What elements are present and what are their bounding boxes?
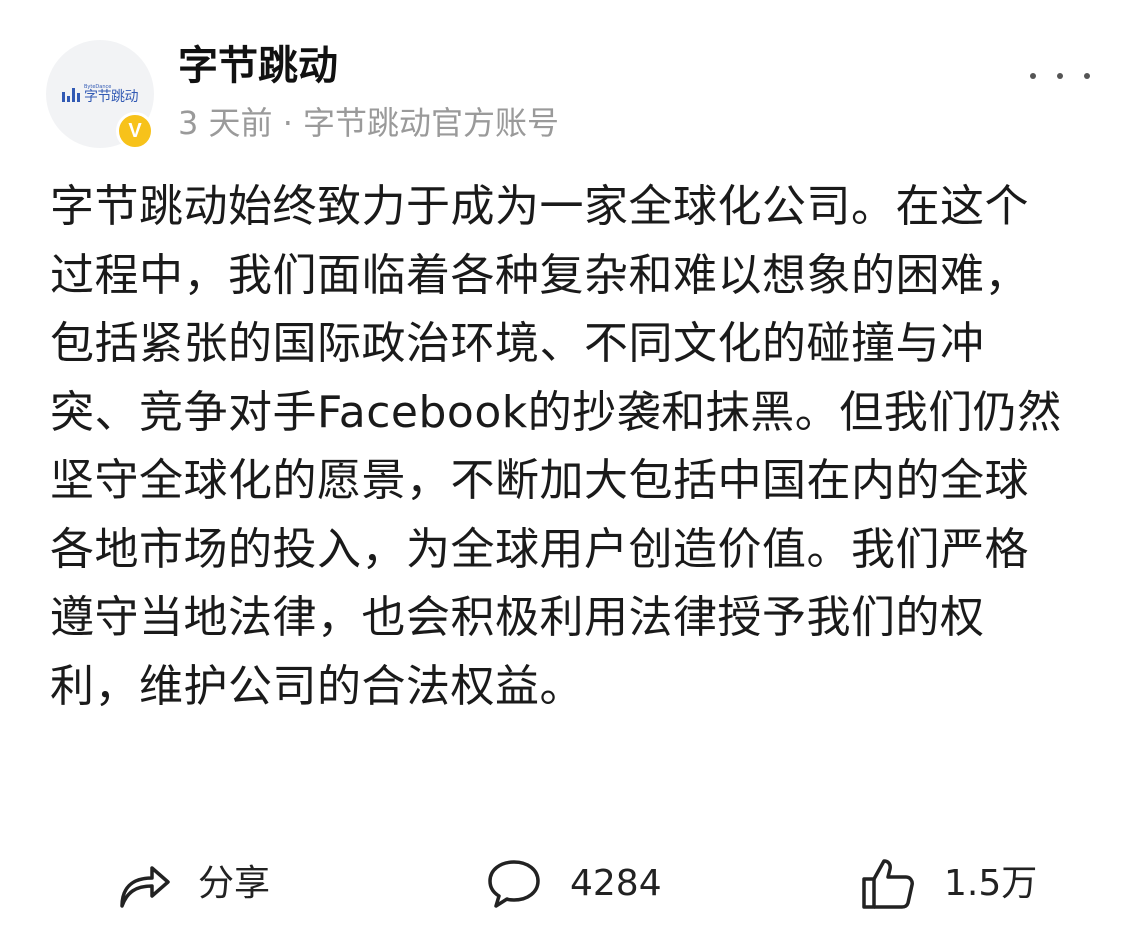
share-label: 分享 [198,863,271,904]
more-dot [1030,73,1036,79]
post-meta: 3 天前 · 字节跳动官方账号 [178,104,560,142]
thumbs-up-icon [862,859,914,909]
like-count: 1.5万 [944,863,1038,904]
action-bar: 分享 4284 1.5万 [0,850,1125,918]
share-arrow-icon [120,866,170,908]
bytedance-logo: ByteDance 字节跳动 [62,84,139,105]
comment-count: 4284 [570,863,662,904]
share-button[interactable]: 分享 [118,850,270,918]
verified-badge-icon: V [116,112,154,150]
logo-chinese-text: 字节跳动 [84,88,139,105]
post-content: 字节跳动始终致力于成为一家全球化公司。在这个过程中，我们面临着各种复杂和难以想象… [50,181,1062,712]
author-name[interactable]: 字节跳动 [178,40,338,92]
logo-bars-icon [62,86,80,102]
more-dot [1084,73,1090,79]
comment-button[interactable]: 4284 [486,850,662,918]
post-card: ByteDance 字节跳动 V 字节跳动 3 天前 · 字节跳动官方账号 字节… [0,0,1125,948]
comment-bubble-icon [488,860,540,908]
like-button[interactable]: 1.5万 [860,850,1037,918]
more-dot [1057,73,1063,79]
more-options-button[interactable] [1030,56,1090,96]
